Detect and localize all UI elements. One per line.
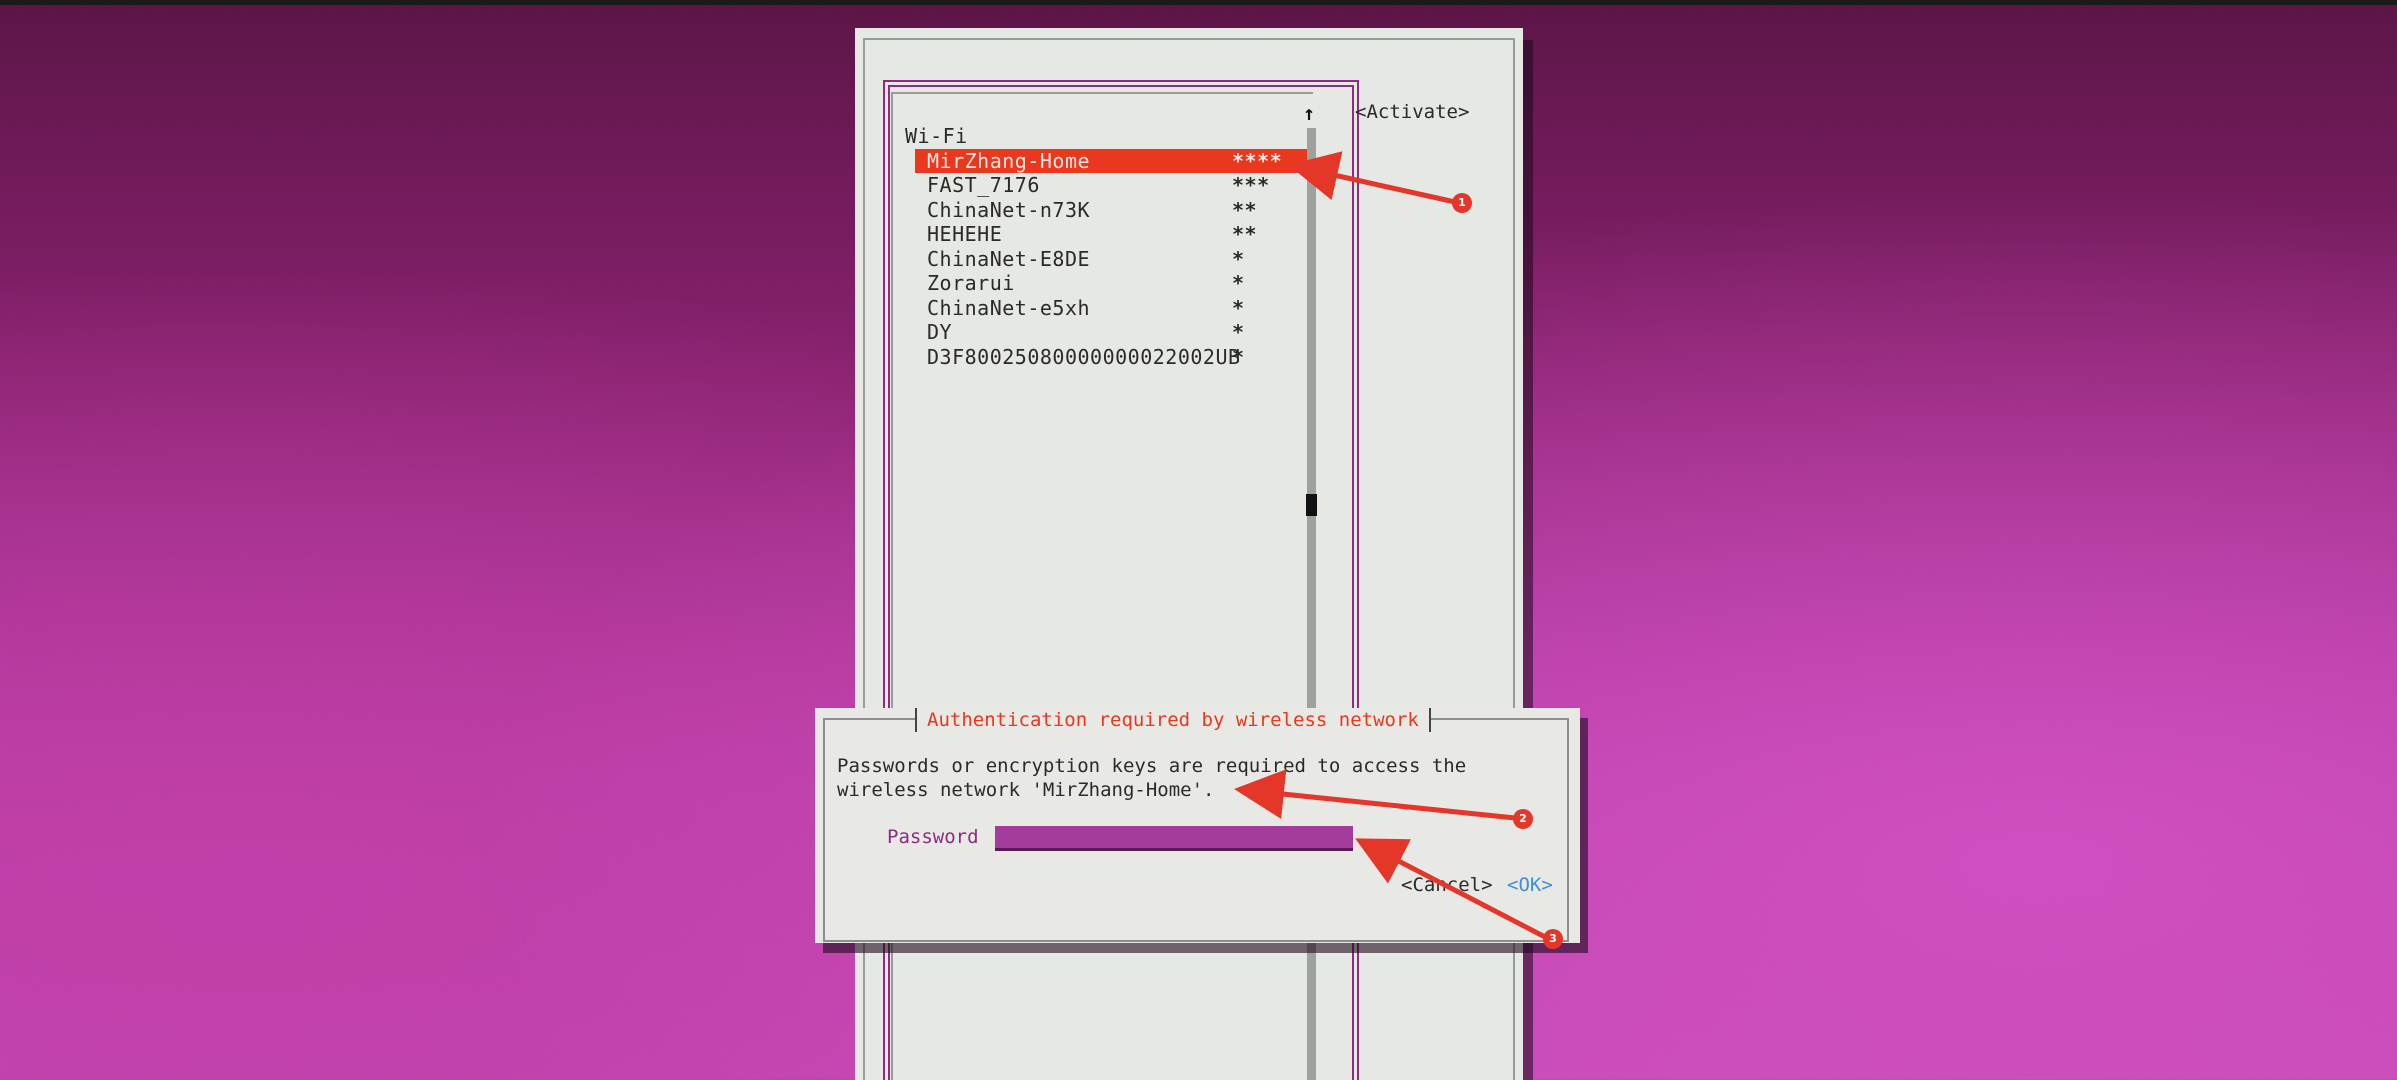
wifi-section-title: Wi-Fi	[905, 124, 968, 148]
dialog-title: Authentication required by wireless netw…	[915, 708, 1431, 732]
wifi-network-row[interactable]: Zorarui *	[905, 271, 1305, 296]
wifi-ssid: DY	[927, 320, 953, 344]
wifi-network-row[interactable]: MirZhang-Home ****	[915, 148, 1307, 173]
wifi-signal-strength: *	[1232, 295, 1245, 320]
auth-dialog: Authentication required by wireless netw…	[815, 708, 1580, 943]
wifi-signal-strength: ****	[1232, 148, 1283, 173]
wifi-signal-strength: *	[1232, 320, 1245, 344]
cancel-button[interactable]: <Cancel>	[1401, 874, 1493, 896]
wifi-signal-strength: **	[1232, 222, 1258, 246]
wifi-ssid: ChinaNet-e5xh	[927, 295, 1091, 320]
annotation-badge-3: 3	[1543, 929, 1563, 949]
dialog-message-line-1: Passwords or encryption keys are require…	[837, 755, 1467, 777]
wifi-ssid: HEHEHE	[927, 222, 1003, 246]
annotation-badge-1: 1	[1452, 193, 1472, 213]
wifi-network-row[interactable]: HEHEHE **	[905, 222, 1305, 247]
scroll-up-arrow-icon[interactable]: ↑	[1303, 101, 1315, 125]
wifi-signal-strength: ***	[1232, 173, 1270, 197]
wifi-network-row[interactable]: DY *	[905, 320, 1305, 345]
wifi-ssid: FAST_7176	[927, 173, 1040, 197]
wifi-signal-strength: *	[1232, 271, 1245, 295]
scrollbar-thumb[interactable]	[1306, 494, 1317, 516]
wifi-ssid: ChinaNet-n73K	[927, 197, 1091, 222]
wifi-network-rows: MirZhang-Home **** FAST_7176 *** ChinaNet-n7…	[905, 148, 1307, 370]
wifi-signal-strength: *	[1232, 246, 1245, 271]
wifi-ssid: MirZhang-Home	[927, 148, 1091, 173]
top-edge-bar	[0, 0, 2397, 5]
activate-button[interactable]: <Activate>	[1355, 101, 1469, 123]
wifi-signal-strength: **	[1232, 197, 1258, 222]
wifi-ssid: Zorarui	[927, 271, 1015, 295]
ok-button[interactable]: <OK>	[1507, 874, 1553, 896]
dialog-message: Passwords or encryption keys are require…	[837, 754, 1537, 802]
wifi-network-row[interactable]: ChinaNet-e5xh *	[905, 296, 1305, 321]
password-label: Password	[887, 826, 979, 848]
wifi-ssid: ChinaNet-E8DE	[927, 246, 1091, 271]
annotation-badge-2: 2	[1513, 809, 1533, 829]
wifi-network-row[interactable]: ChinaNet-n73K **	[905, 198, 1305, 223]
wifi-network-row[interactable]: D3F80025080000000022002UB *	[905, 345, 1305, 370]
wifi-network-row[interactable]: FAST_7176 ***	[905, 173, 1305, 198]
password-input[interactable]	[995, 826, 1353, 851]
dialog-message-line-2: wireless network 'MirZhang-Home'.	[837, 779, 1215, 801]
wifi-signal-strength: *	[1232, 344, 1245, 369]
wifi-list: Wi-Fi MirZhang-Home **** FAST_7176 *** China…	[905, 124, 1307, 370]
wifi-ssid: D3F80025080000000022002UB	[927, 344, 1241, 369]
wifi-network-row[interactable]: ChinaNet-E8DE *	[905, 247, 1305, 272]
